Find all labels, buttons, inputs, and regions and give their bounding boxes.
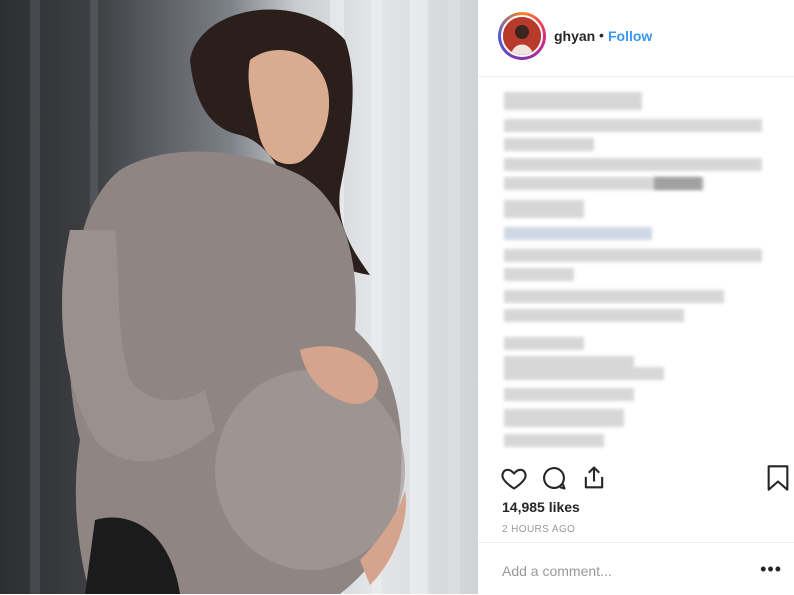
avatar-photo-icon [503, 17, 541, 55]
ellipsis-icon[interactable]: ••• [760, 559, 782, 580]
post-photo[interactable] [0, 0, 478, 594]
like-count[interactable]: 14,985 likes [502, 499, 580, 515]
speech-bubble-icon[interactable] [540, 464, 568, 497]
separator-dot: • [599, 27, 604, 43]
post-header: ghyan • Follow [478, 0, 794, 77]
avatar-image [501, 15, 543, 57]
photo-illustration [30, 0, 460, 594]
action-bar [478, 460, 794, 496]
post-sidebar: ghyan • Follow 14,985 likes 2 HOURS AGO … [478, 0, 794, 594]
comment-bar: Add a comment... ••• [478, 542, 794, 595]
bookmark-icon[interactable] [766, 464, 790, 497]
avatar[interactable] [498, 12, 546, 60]
comment-input[interactable]: Add a comment... [502, 563, 612, 579]
follow-button[interactable]: Follow [608, 28, 652, 44]
share-icon[interactable] [580, 464, 608, 497]
username-link[interactable]: ghyan [554, 28, 595, 44]
post-timestamp: 2 HOURS AGO [502, 524, 576, 535]
heart-icon[interactable] [500, 464, 528, 497]
